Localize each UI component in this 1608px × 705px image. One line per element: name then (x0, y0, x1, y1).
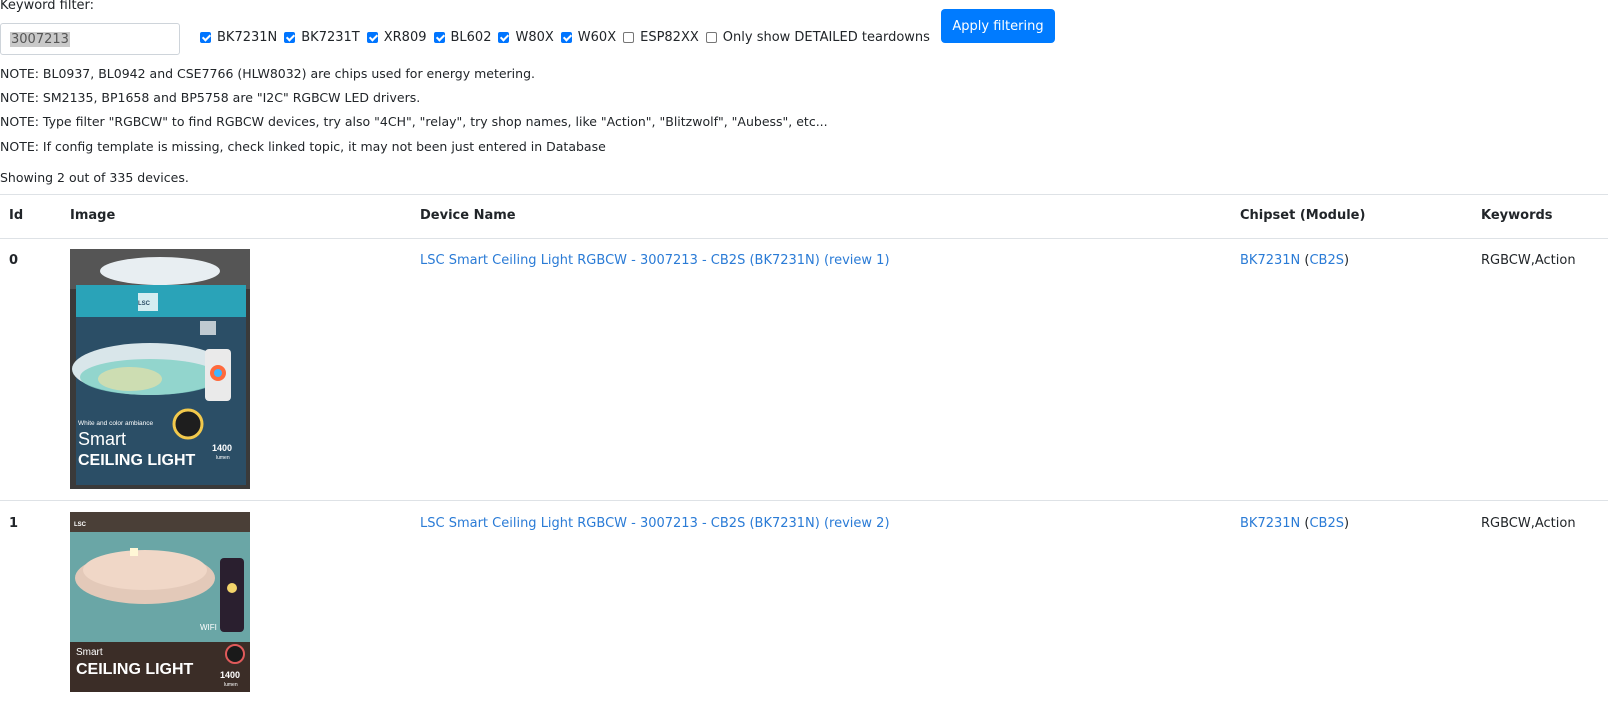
table-top-border (0, 194, 1608, 195)
checkbox-label: BL602 (450, 29, 492, 45)
box-title-big: CEILING LIGHT (76, 661, 194, 678)
chipset-cell: BK7231N (CB2S) (1240, 516, 1350, 531)
checkbox-label: W80X (515, 29, 554, 45)
box-title-small: Smart (76, 647, 103, 658)
checkbox-xr809[interactable]: XR809 (366, 29, 427, 45)
checkbox-label: Only show DETAILED teardowns (722, 29, 930, 45)
chip-filter-checkboxes: BK7231N BK7231T XR809 BL602 W80X W60X ES… (200, 28, 937, 46)
column-header-id: Id (9, 208, 24, 223)
keyword-filter-input[interactable]: 3007213 (0, 23, 180, 55)
device-image[interactable]: WIFI LSC Smart CEILING LIGHT 1400 lumen (70, 512, 250, 692)
checkbox-label: XR809 (383, 29, 427, 45)
device-image[interactable]: White and color ambiance Smart CEILING L… (70, 249, 250, 489)
keywords-cell: RGBCW,Action (1481, 253, 1576, 268)
checkbox-esp82xx[interactable]: ESP82XX (623, 30, 699, 45)
checkbox-checked-icon[interactable] (498, 31, 510, 43)
box-lumens: 1400 (212, 443, 232, 453)
column-header-keywords: Keywords (1481, 208, 1553, 223)
checkbox-bl602[interactable]: BL602 (433, 29, 492, 45)
checkbox-bk7231n[interactable]: BK7231N (200, 30, 277, 45)
checkbox-w80x[interactable]: W80X (498, 29, 554, 45)
ceiling-light-box-photo: White and color ambiance Smart CEILING L… (70, 249, 250, 489)
box-lumens-unit: lumen (224, 682, 238, 688)
checkbox-label: W60X (577, 29, 617, 45)
box-lumens-unit: lumen (216, 455, 230, 461)
chip-link[interactable]: BK7231N (1240, 516, 1300, 531)
box-brand-logo: LSC (138, 301, 151, 307)
column-header-image: Image (70, 208, 116, 223)
checkbox-checked-icon[interactable] (366, 31, 378, 43)
results-count: Showing 2 out of 335 devices. (0, 170, 189, 185)
box-brand-logo: LSC (74, 522, 87, 528)
checkbox-checked-icon[interactable] (200, 31, 211, 43)
ceiling-light-box-photo: WIFI LSC Smart CEILING LIGHT 1400 lumen (70, 512, 250, 692)
note-energy-metering: NOTE: BL0937, BL0942 and CSE7766 (HLW803… (0, 66, 535, 81)
box-tagline: White and color ambiance (78, 420, 154, 427)
box-lumens: 1400 (220, 670, 240, 680)
row-id: 0 (9, 253, 19, 268)
row-id: 1 (9, 516, 19, 531)
checkbox-label: BK7231T (301, 29, 360, 45)
checkbox-checked-icon[interactable] (560, 31, 572, 43)
row-divider (0, 500, 1608, 501)
checkbox-label: BK7231N (217, 29, 278, 45)
checkbox-unchecked-icon[interactable] (705, 31, 717, 43)
module-link[interactable]: CB2S (1309, 516, 1344, 531)
note-i2c-drivers: NOTE: SM2135, BP1658 and BP5758 are "I2C… (0, 90, 421, 105)
box-title-big: CEILING LIGHT (78, 452, 196, 469)
box-wifi-label: WIFI (200, 623, 217, 632)
column-header-chipset: Chipset (Module) (1240, 208, 1366, 223)
device-name-link[interactable]: LSC Smart Ceiling Light RGBCW - 3007213 … (420, 516, 890, 531)
apply-filtering-button[interactable]: Apply filtering (941, 9, 1055, 43)
checkbox-detailed-teardowns[interactable]: Only show DETAILED teardowns (705, 29, 930, 45)
column-header-device-name: Device Name (420, 208, 516, 223)
checkbox-bk7231t[interactable]: BK7231T (284, 29, 360, 45)
device-name-link[interactable]: LSC Smart Ceiling Light RGBCW - 3007213 … (420, 253, 890, 268)
checkbox-label: ESP82XX (640, 29, 699, 45)
box-title-small: Smart (78, 429, 126, 449)
keywords-cell: RGBCW,Action (1481, 516, 1576, 531)
checkbox-unchecked-icon[interactable] (623, 31, 635, 43)
table-header-border (0, 238, 1608, 239)
checkbox-checked-icon[interactable] (433, 31, 445, 43)
note-filter-tips: NOTE: Type filter "RGBCW" to find RGBCW … (0, 114, 828, 129)
chip-link[interactable]: BK7231N (1240, 253, 1300, 268)
checkbox-w60x[interactable]: W60X (560, 29, 617, 45)
keyword-filter-label: Keyword filter: (0, 0, 95, 13)
note-config-template: NOTE: If config template is missing, che… (0, 139, 606, 154)
module-link[interactable]: CB2S (1309, 253, 1344, 268)
chipset-cell: BK7231N (CB2S) (1240, 253, 1350, 268)
checkbox-checked-icon[interactable] (284, 31, 296, 43)
keyword-filter-value: 3007213 (10, 31, 70, 47)
